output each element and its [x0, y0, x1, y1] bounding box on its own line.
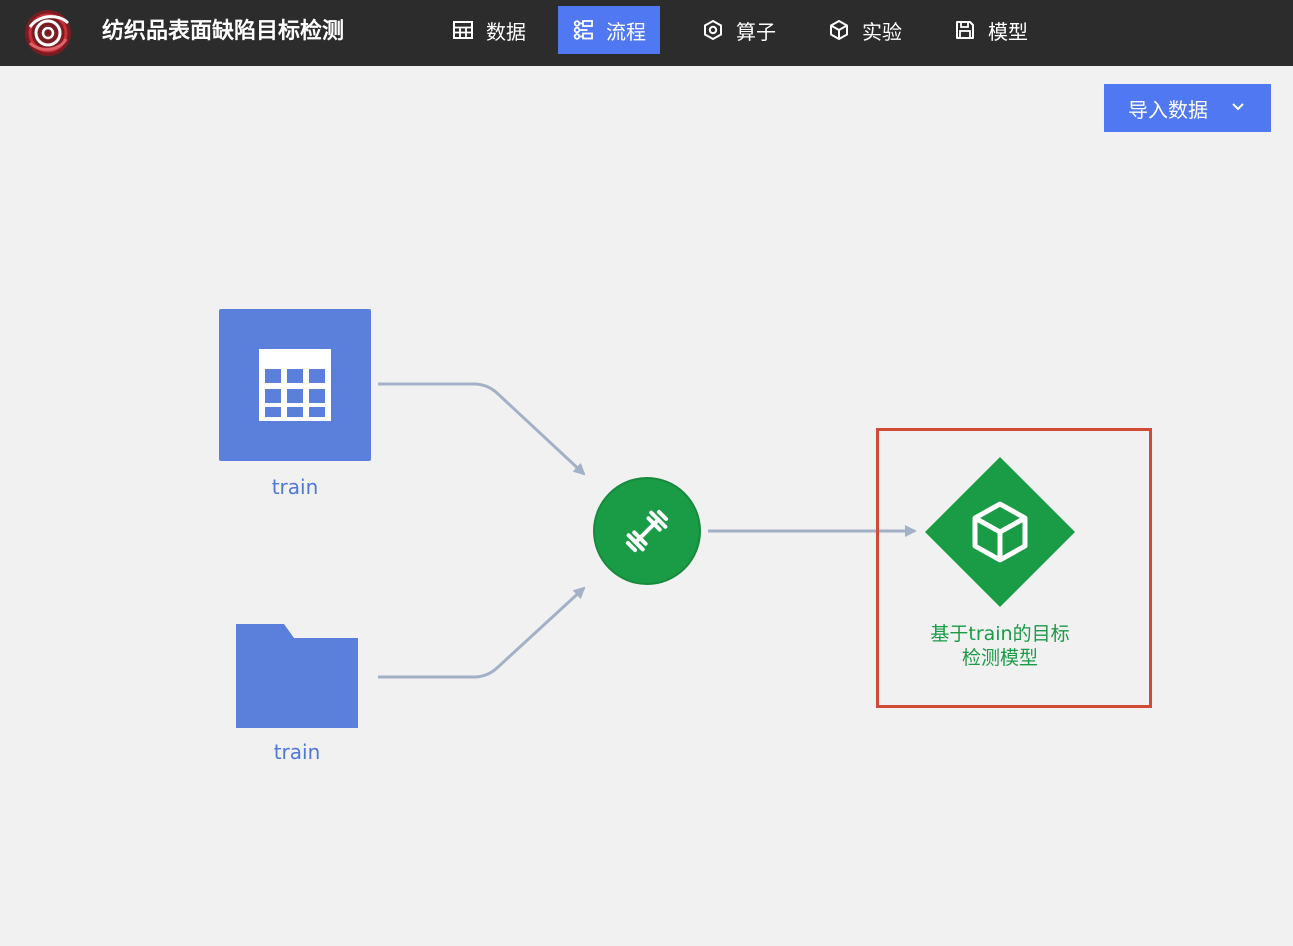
nav-item-label: 算子: [736, 19, 776, 44]
nav-item-models[interactable]: 模型: [940, 6, 1042, 54]
import-data-label: 导入数据: [1128, 97, 1208, 122]
edge-table-to-trainer[interactable]: [378, 382, 586, 476]
nav-item-label: 模型: [988, 19, 1028, 44]
folder-icon: [236, 624, 358, 728]
import-data-button[interactable]: 导入数据: [1104, 84, 1271, 132]
app-title: 纺织品表面缺陷目标检测: [102, 19, 345, 44]
flow-node-model[interactable]: [925, 457, 1075, 607]
nav-item-label: 流程: [606, 19, 646, 44]
nav-item-workflow[interactable]: 流程: [558, 6, 660, 54]
dumbbell-icon: [625, 509, 669, 553]
table-grid-icon: [452, 19, 474, 41]
flow-node-folder-dataset[interactable]: [236, 624, 358, 728]
nav-item-experiments[interactable]: 实验: [814, 6, 916, 54]
flow-node-table-dataset[interactable]: [219, 309, 371, 461]
edge-folder-to-trainer[interactable]: [378, 586, 586, 679]
flow-node-label: train: [271, 475, 319, 499]
flow-node-training-operator[interactable]: [593, 477, 701, 585]
chevron-down-icon: [1232, 103, 1244, 111]
nav-item-operators[interactable]: 算子: [688, 6, 790, 54]
nav-item-label: 数据: [486, 19, 526, 44]
nav-item-label: 实验: [862, 19, 902, 44]
workflow-icon: [572, 19, 594, 41]
cube-icon: [828, 19, 850, 41]
flow-node-label-model: 基于train的目标 检测模型: [900, 622, 1100, 670]
flow-node-label: train: [273, 740, 321, 764]
model-node-shape: [925, 457, 1075, 607]
table-grid-icon: [259, 349, 331, 421]
top-navigation-bar: 纺织品表面缺陷目标检测 数据 流程 算子 实验 模型: [0, 0, 1293, 66]
model-label-line: 检测模型: [961, 647, 1038, 669]
hexagon-icon: [702, 19, 724, 41]
save-disk-icon: [954, 19, 976, 41]
nav-item-data[interactable]: 数据: [438, 6, 540, 54]
model-label-line: 基于train的目标: [930, 623, 1070, 645]
swirl-logo-icon[interactable]: [24, 9, 72, 57]
